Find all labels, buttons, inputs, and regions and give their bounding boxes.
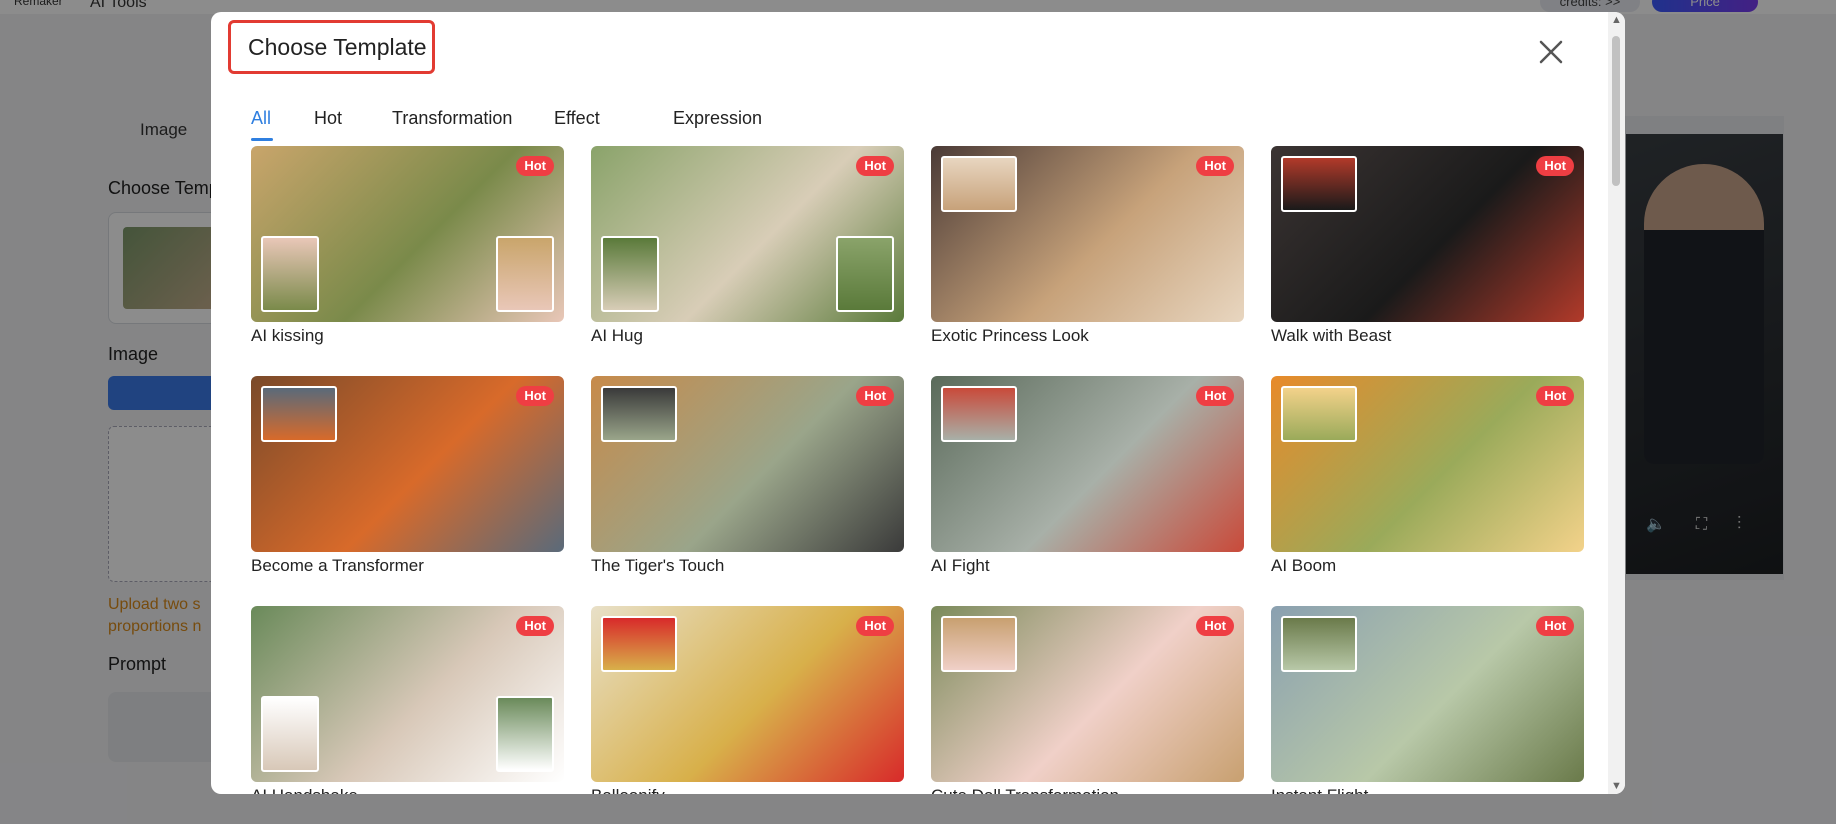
tab-all[interactable]: All — [251, 108, 271, 129]
hot-badge: Hot — [1196, 386, 1234, 406]
hot-badge: Hot — [856, 156, 894, 176]
source-face-thumb — [261, 236, 319, 312]
tab-effect[interactable]: Effect — [554, 108, 600, 129]
source-face-thumb — [836, 236, 894, 312]
modal-title: Choose Template — [228, 20, 435, 74]
source-face-thumb — [261, 386, 337, 442]
template-thumbnail: Hot — [1271, 146, 1584, 322]
source-face-thumb — [601, 236, 659, 312]
source-face-thumb — [601, 616, 677, 672]
scrollbar-thumb[interactable] — [1612, 36, 1620, 186]
template-card[interactable]: Hot Become a Transformer — [251, 376, 564, 576]
source-face-thumb — [496, 696, 554, 772]
template-card[interactable]: Hot The Tiger's Touch — [591, 376, 904, 576]
template-label: AI Handshake — [251, 786, 564, 794]
hot-badge: Hot — [516, 156, 554, 176]
template-label: Balloonify — [591, 786, 904, 794]
hot-badge: Hot — [1536, 616, 1574, 636]
template-label: Walk with Beast — [1271, 326, 1392, 345]
template-label: Instant Flight — [1271, 786, 1584, 794]
template-thumbnail: Hot — [591, 146, 904, 322]
source-face-thumb — [941, 156, 1017, 212]
template-card[interactable]: Hot Cute Doll Transformation — [931, 606, 1244, 794]
tab-expression[interactable]: Expression — [673, 108, 762, 129]
tab-transformation[interactable]: Transformation — [392, 108, 512, 129]
template-thumbnail: Hot — [1271, 376, 1584, 552]
template-thumbnail: Hot — [931, 146, 1244, 322]
source-face-thumb — [941, 616, 1017, 672]
template-label: AI Boom — [1271, 556, 1337, 575]
template-thumbnail: Hot — [591, 376, 904, 552]
template-card[interactable]: Hot AI Boom — [1271, 376, 1584, 576]
template-label: The Tiger's Touch — [591, 556, 725, 575]
template-label: Cute Doll Transformation — [931, 786, 1244, 794]
source-face-thumb — [601, 386, 677, 442]
source-face-thumb — [496, 236, 554, 312]
hot-badge: Hot — [856, 616, 894, 636]
template-thumbnail: Hot — [251, 376, 564, 552]
scroll-down-icon[interactable]: ▼ — [1611, 780, 1622, 792]
template-thumbnail: Hot — [931, 606, 1244, 782]
close-button[interactable] — [1531, 32, 1571, 72]
template-thumbnail: Hot — [251, 606, 564, 782]
template-card[interactable]: Hot AI Hug — [591, 146, 904, 346]
source-face-thumb — [1281, 386, 1357, 442]
template-label: AI Fight — [931, 556, 990, 575]
template-card[interactable]: Hot Balloonify — [591, 606, 904, 794]
hot-badge: Hot — [516, 386, 554, 406]
template-card[interactable]: Hot AI Fight — [931, 376, 1244, 576]
source-face-thumb — [941, 386, 1017, 442]
source-face-thumb — [1281, 156, 1357, 212]
template-thumbnail: Hot — [591, 606, 904, 782]
choose-template-modal: Choose Template All Hot Transformation E… — [211, 12, 1625, 794]
hot-badge: Hot — [1196, 156, 1234, 176]
modal-scrollbar[interactable]: ▲ ▼ — [1608, 12, 1625, 794]
hot-badge: Hot — [856, 386, 894, 406]
template-card[interactable]: Hot Walk with Beast — [1271, 146, 1584, 346]
active-tab-indicator — [251, 138, 273, 141]
template-card[interactable]: Hot AI Handshake — [251, 606, 564, 794]
hot-badge: Hot — [1196, 616, 1234, 636]
hot-badge: Hot — [1536, 156, 1574, 176]
template-thumbnail: Hot — [251, 146, 564, 322]
source-face-thumb — [1281, 616, 1357, 672]
tab-hot[interactable]: Hot — [314, 108, 342, 129]
template-thumbnail: Hot — [1271, 606, 1584, 782]
hot-badge: Hot — [516, 616, 554, 636]
template-label: AI Hug — [591, 326, 643, 345]
template-thumbnail: Hot — [931, 376, 1244, 552]
template-label: AI kissing — [251, 326, 324, 345]
scroll-up-icon[interactable]: ▲ — [1611, 14, 1622, 26]
template-card[interactable]: Hot Exotic Princess Look — [931, 146, 1244, 346]
template-label: Become a Transformer — [251, 556, 424, 575]
template-card[interactable]: Hot Instant Flight — [1271, 606, 1584, 794]
hot-badge: Hot — [1536, 386, 1574, 406]
template-label: Exotic Princess Look — [931, 326, 1089, 345]
source-face-thumb — [261, 696, 319, 772]
template-card[interactable]: Hot AI kissing — [251, 146, 564, 346]
close-icon — [1539, 40, 1563, 64]
